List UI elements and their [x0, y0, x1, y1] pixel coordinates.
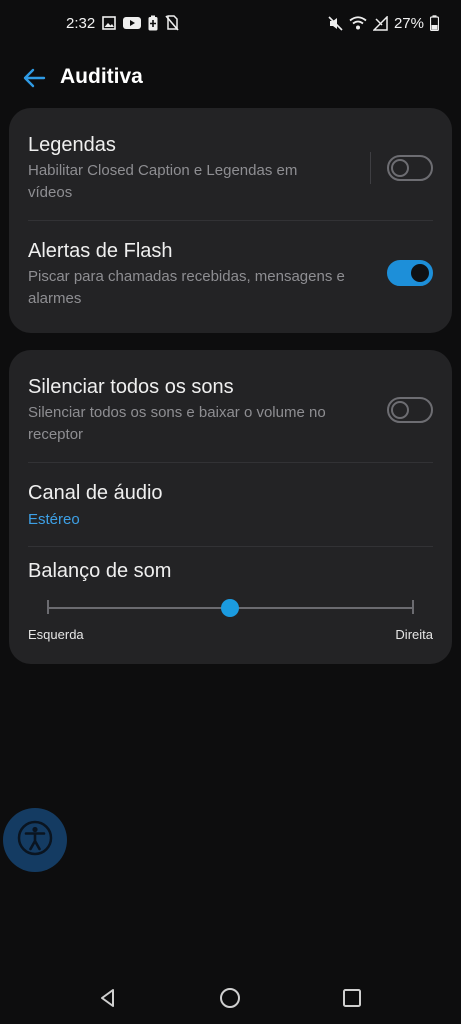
battery-saver-icon: [148, 15, 158, 31]
setting-row-balanco: Balanço de som: [28, 560, 433, 583]
setting-title: Canal de áudio: [28, 482, 163, 504]
canal-audio-value: Estéreo: [28, 511, 80, 528]
setting-title: Alertas de Flash: [28, 240, 173, 262]
slider-tick-left: [47, 600, 49, 614]
app-bar: Auditiva: [0, 52, 461, 102]
status-bar: 2:32 27%: [0, 0, 461, 46]
divider: [28, 462, 433, 463]
alertas-flash-toggle[interactable]: [387, 260, 433, 286]
setting-row-alertas-flash[interactable]: Alertas de Flash Piscar para chamadas re…: [28, 240, 372, 310]
setting-row-silenciar[interactable]: Silenciar todos os sons Silenciar todos …: [28, 376, 372, 446]
accessibility-icon: [16, 819, 54, 862]
setting-title: Balanço de som: [28, 560, 172, 582]
accessibility-button[interactable]: [3, 808, 67, 872]
back-arrow-icon[interactable]: [20, 64, 48, 92]
divider: [28, 546, 433, 547]
signal-icon: [372, 15, 388, 31]
setting-subtitle: Piscar para chamadas recebidas, mensagen…: [28, 268, 345, 307]
wifi-icon: [349, 16, 367, 30]
battery-percent: 27%: [393, 14, 424, 32]
balance-right-label: Direita: [395, 627, 433, 642]
setting-subtitle: Silenciar todos os sons e baixar o volum…: [28, 404, 326, 443]
mute-icon: [328, 15, 343, 31]
youtube-icon: [123, 16, 142, 30]
balance-slider-thumb[interactable]: [221, 599, 239, 617]
settings-card-sound: Silenciar todos os sons Silenciar todos …: [9, 350, 452, 664]
setting-title: Silenciar todos os sons: [28, 376, 234, 398]
page-title: Auditiva: [60, 65, 143, 88]
home-circle-icon[interactable]: [216, 984, 244, 1012]
balance-left-label: Esquerda: [28, 627, 84, 642]
image-icon: [102, 16, 117, 30]
recents-square-icon[interactable]: [338, 984, 366, 1012]
setting-row-legendas[interactable]: Legendas Habilitar Closed Caption e Lege…: [28, 134, 372, 204]
divider: [28, 220, 433, 221]
no-sim-icon: [165, 15, 179, 31]
back-triangle-icon[interactable]: [94, 984, 122, 1012]
vertical-divider: [370, 152, 371, 184]
silenciar-toggle[interactable]: [387, 397, 433, 423]
navigation-bar: [0, 970, 461, 1024]
settings-card-captions-flash: Legendas Habilitar Closed Caption e Lege…: [9, 108, 452, 333]
setting-title: Legendas: [28, 134, 116, 156]
slider-tick-right: [412, 600, 414, 614]
setting-subtitle: Habilitar Closed Caption e Legendas em ví…: [28, 162, 298, 201]
setting-row-canal-audio[interactable]: Canal de áudio Estéreo: [28, 482, 433, 528]
battery-icon: [430, 15, 439, 31]
legendas-toggle[interactable]: [387, 155, 433, 181]
status-time: 2:32: [66, 14, 96, 32]
